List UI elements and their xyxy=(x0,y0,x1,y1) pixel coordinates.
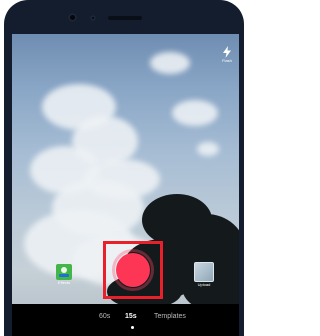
mode-templates[interactable]: Templates xyxy=(154,313,186,320)
phone-frame: Flash Effects Upload 60s 15s Templates xyxy=(4,0,244,336)
proximity-sensor xyxy=(90,15,96,21)
record-button[interactable] xyxy=(116,253,150,287)
upload-thumbnail-icon xyxy=(194,262,214,282)
upload-label: Upload xyxy=(197,282,211,287)
mode-15s[interactable]: 15s xyxy=(125,313,137,320)
earpiece-speaker xyxy=(108,16,142,20)
front-camera xyxy=(68,13,77,22)
effects-label: Effects xyxy=(57,280,71,285)
record-highlight xyxy=(103,241,163,299)
active-mode-indicator xyxy=(131,326,134,329)
upload-button[interactable]: Upload xyxy=(193,262,215,288)
flash-label: Flash xyxy=(222,58,232,63)
mode-60s[interactable]: 60s xyxy=(99,313,110,320)
mode-selector: 60s 15s Templates xyxy=(12,304,239,336)
flash-icon xyxy=(223,46,231,58)
effects-button[interactable]: Effects xyxy=(53,264,75,286)
flash-toggle[interactable]: Flash xyxy=(218,46,236,63)
camera-viewfinder: Flash Effects Upload 60s 15s Templates xyxy=(12,34,239,336)
effects-icon xyxy=(56,264,72,280)
